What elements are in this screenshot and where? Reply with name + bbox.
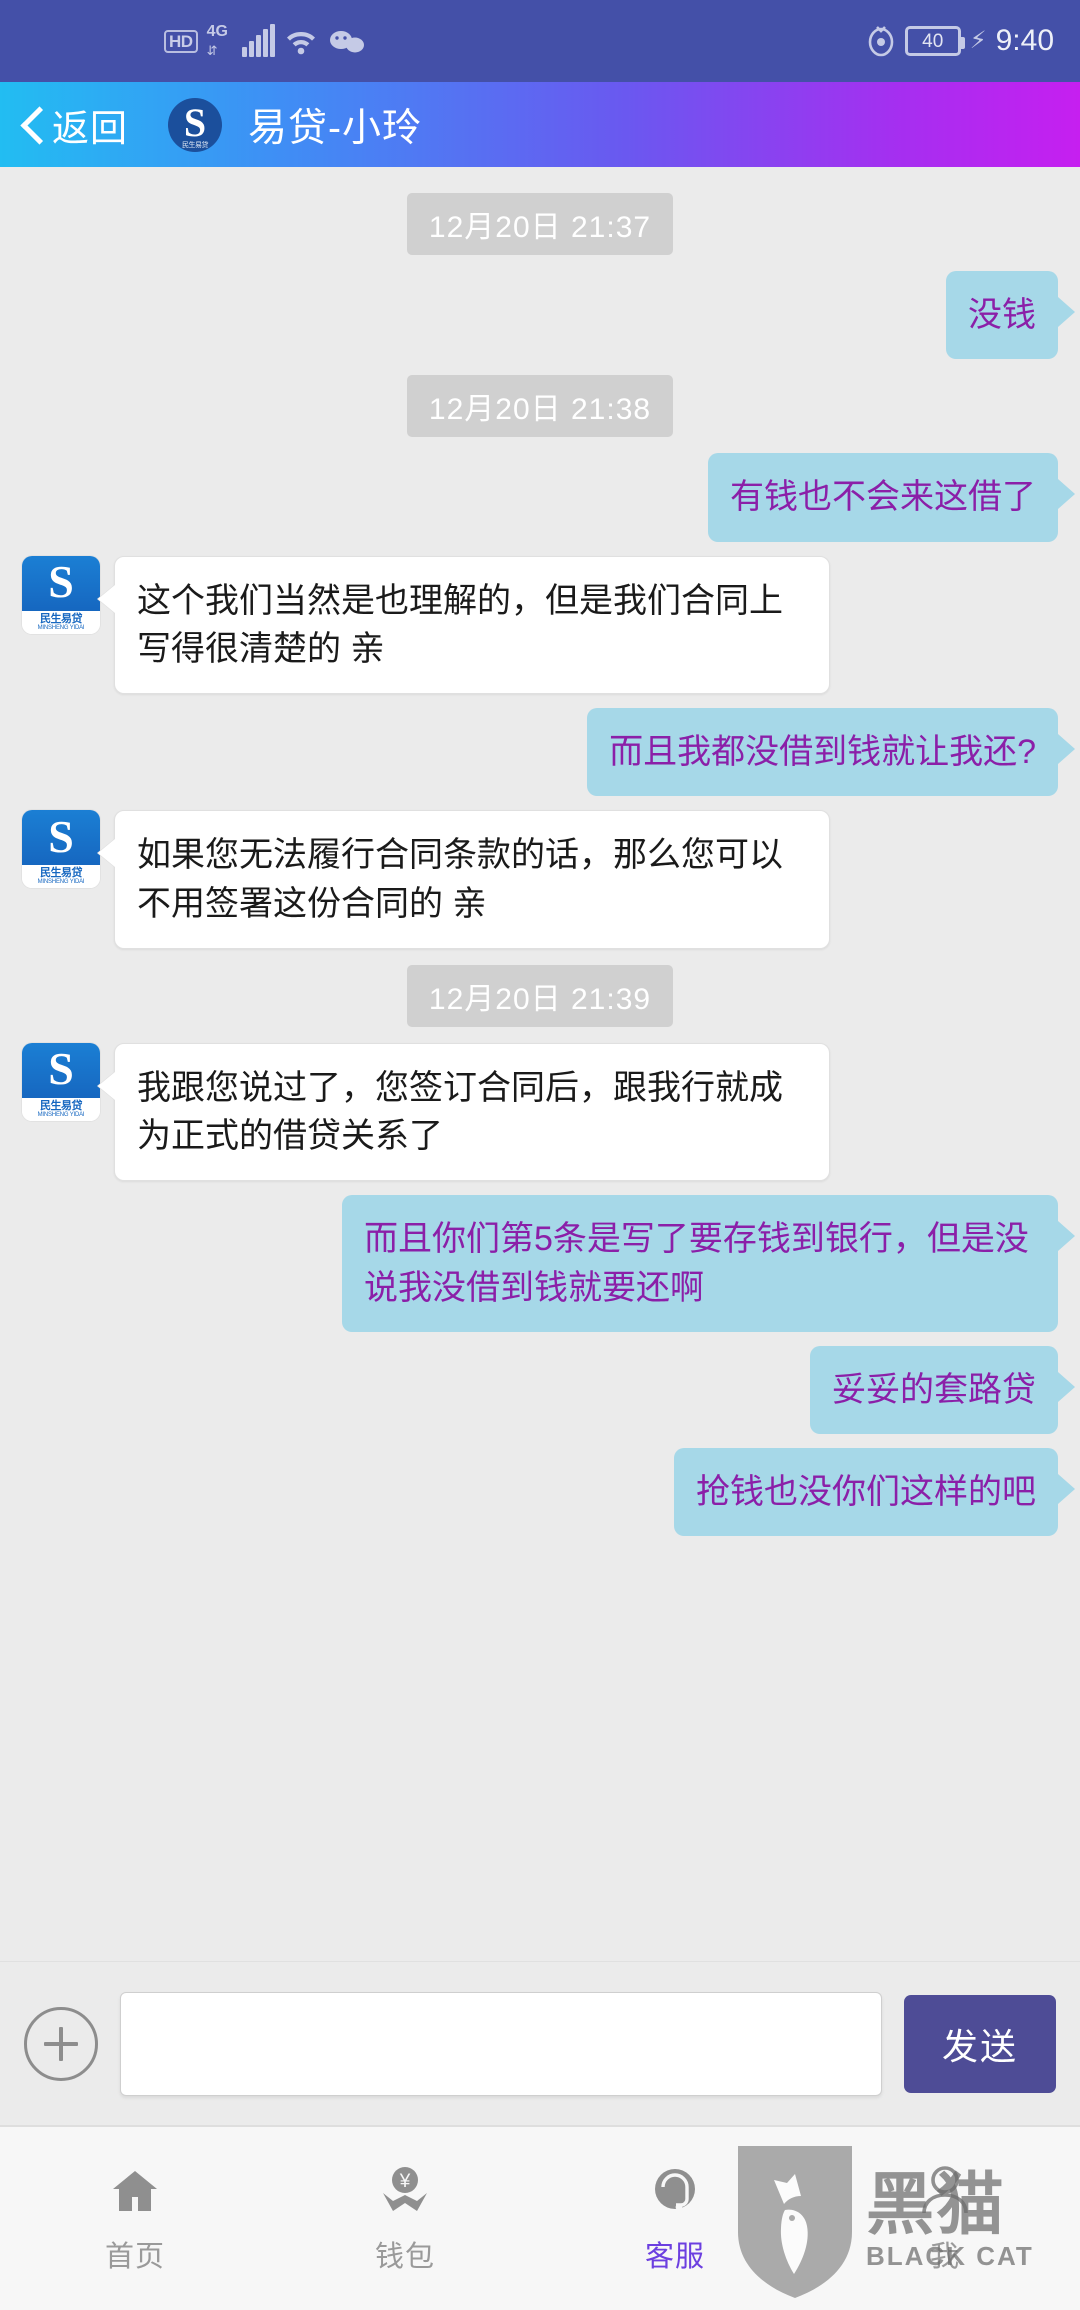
- message-row: 而且你们第5条是写了要存钱到银行，但是没说我没借到钱就要还啊: [0, 1195, 1080, 1332]
- message-row: S 民生易贷 MINSHENG YIDAI 如果您无法履行合同条款的话，那么您可以不用…: [0, 810, 1080, 949]
- agent-avatar-caption: 民生易贷 MINSHENG YIDAI: [22, 1097, 100, 1121]
- nav-label-wallet: 钱包: [374, 2240, 435, 2273]
- timestamp-label: 12月20日 21:38: [406, 375, 674, 438]
- home-icon: [107, 2163, 163, 2219]
- message-row: 有钱也不会来这借了: [0, 453, 1080, 542]
- message-row: 妥妥的套路贷: [0, 1345, 1080, 1435]
- headset-support-icon: [647, 2163, 703, 2219]
- battery-level: 40: [922, 30, 944, 52]
- back-button-label: 返回: [52, 107, 128, 149]
- chat-message-list[interactable]: 12月20日 21:37 没钱 12月20日 21:38 有钱也不会来这借了 S 民生易贷…: [0, 167, 1080, 1961]
- user-message-bubble[interactable]: 有钱也不会来这借了: [708, 453, 1075, 542]
- status-bar-clock: 9:40: [995, 24, 1054, 57]
- charging-bolt-icon: ⚡: [969, 27, 987, 54]
- wechat-icon: [327, 27, 367, 55]
- signal-bars-icon: [241, 24, 275, 57]
- user-message-bubble[interactable]: 抢钱也没你们这样的吧: [674, 1448, 1075, 1537]
- agent-avatar-logo: S: [22, 1042, 100, 1098]
- message-row: S 民生易贷 MINSHENG YIDAI 这个我们当然是也理解的，但是我们合同上写得…: [0, 555, 1080, 695]
- eye-icon: [866, 25, 896, 57]
- user-message-bubble[interactable]: 没钱: [946, 271, 1075, 360]
- 4g-label: 4G: [206, 23, 228, 40]
- plus-icon[interactable]: [24, 2006, 98, 2081]
- nav-item-support[interactable]: 客服: [540, 2163, 810, 2275]
- message-row: 没钱: [0, 271, 1080, 360]
- agent-message-bubble[interactable]: 如果您无法履行合同条款的话，那么您可以不用签署这份合同的 亲: [114, 810, 830, 949]
- data-arrows: ⇵: [206, 43, 218, 58]
- timestamp-row: 12月20日 21:39: [0, 964, 1080, 1027]
- wallet-yuan-icon: ¥: [377, 2163, 433, 2219]
- nav-item-home[interactable]: 首页: [0, 2163, 270, 2275]
- message-row: 而且我都没借到钱就让我还?: [0, 708, 1080, 797]
- agent-message-bubble[interactable]: 这个我们当然是也理解的，但是我们合同上写得很清楚的 亲: [114, 555, 830, 695]
- timestamp-row: 12月20日 21:37: [0, 193, 1080, 255]
- agent-avatar-caption: 民生易贷 MINSHENG YIDAI: [22, 865, 100, 889]
- timestamp-row: 12月20日 21:38: [0, 375, 1080, 438]
- page-title: 易贷-小玲: [248, 106, 422, 150]
- nav-label-support: 客服: [644, 2240, 705, 2273]
- svg-text:¥: ¥: [399, 2171, 411, 2192]
- nav-label-home: 首页: [104, 2240, 165, 2273]
- agent-avatar-caption: 民生易贷 MINSHENG YIDAI: [22, 610, 100, 634]
- timestamp-label: 12月20日 21:37: [406, 193, 674, 255]
- agent-avatar[interactable]: S 民生易贷 MINSHENG YIDAI: [22, 810, 100, 889]
- status-bar-right: 40 ⚡ 9:40: [866, 24, 1054, 58]
- header-avatar-caption: 民生易贷: [182, 141, 209, 149]
- status-bar-left: HD 4G ⇵: [164, 24, 367, 58]
- hd-icon: HD: [164, 29, 198, 53]
- nav-item-wallet[interactable]: ¥ 钱包: [270, 2163, 540, 2275]
- person-icon: [917, 2163, 973, 2219]
- agent-avatar[interactable]: S 民生易贷 MINSHENG YIDAI: [22, 555, 100, 634]
- agent-avatar[interactable]: S 民生易贷 MINSHENG YIDAI: [22, 1042, 100, 1121]
- agent-message-bubble[interactable]: 我跟您说过了，您签订合同后，跟我行就成为正式的借贷关系了: [114, 1042, 830, 1182]
- bottom-navigation: 首页 ¥ 钱包 客服 我: [0, 2125, 1080, 2310]
- nav-label-me: 我: [929, 2240, 960, 2273]
- status-bar: HD 4G ⇵ 40 ⚡ 9:40: [0, 0, 1080, 82]
- header-avatar: S 民生易贷: [168, 97, 222, 152]
- back-button[interactable]: 返回: [22, 98, 128, 152]
- chevron-left-icon: [22, 108, 42, 142]
- agent-avatar-logo: S: [22, 810, 100, 866]
- message-row: 抢钱也没你们这样的吧: [0, 1448, 1080, 1537]
- agent-avatar-logo: S: [22, 555, 100, 611]
- message-row: S 民生易贷 MINSHENG YIDAI 我跟您说过了，您签订合同后，跟我行就成为正…: [0, 1042, 1080, 1182]
- message-input-bar: 发送: [0, 1961, 1080, 2125]
- user-message-bubble[interactable]: 而且你们第5条是写了要存钱到银行，但是没说我没借到钱就要还啊: [342, 1195, 1075, 1332]
- header-avatar-glyph: S: [183, 99, 207, 145]
- 4g-signal-icon: 4G ⇵: [207, 24, 233, 58]
- user-message-bubble[interactable]: 妥妥的套路贷: [810, 1345, 1075, 1435]
- send-button[interactable]: 发送: [904, 1994, 1056, 2093]
- user-message-bubble[interactable]: 而且我都没借到钱就让我还?: [587, 708, 1075, 797]
- battery-icon: 40: [904, 26, 965, 56]
- app-header: 返回 S 民生易贷 易贷-小玲: [0, 82, 1080, 167]
- timestamp-label: 12月20日 21:39: [406, 964, 674, 1027]
- nav-item-me[interactable]: 我: [810, 2163, 1080, 2275]
- wifi-icon: [284, 26, 318, 56]
- message-input[interactable]: [120, 1991, 882, 2096]
